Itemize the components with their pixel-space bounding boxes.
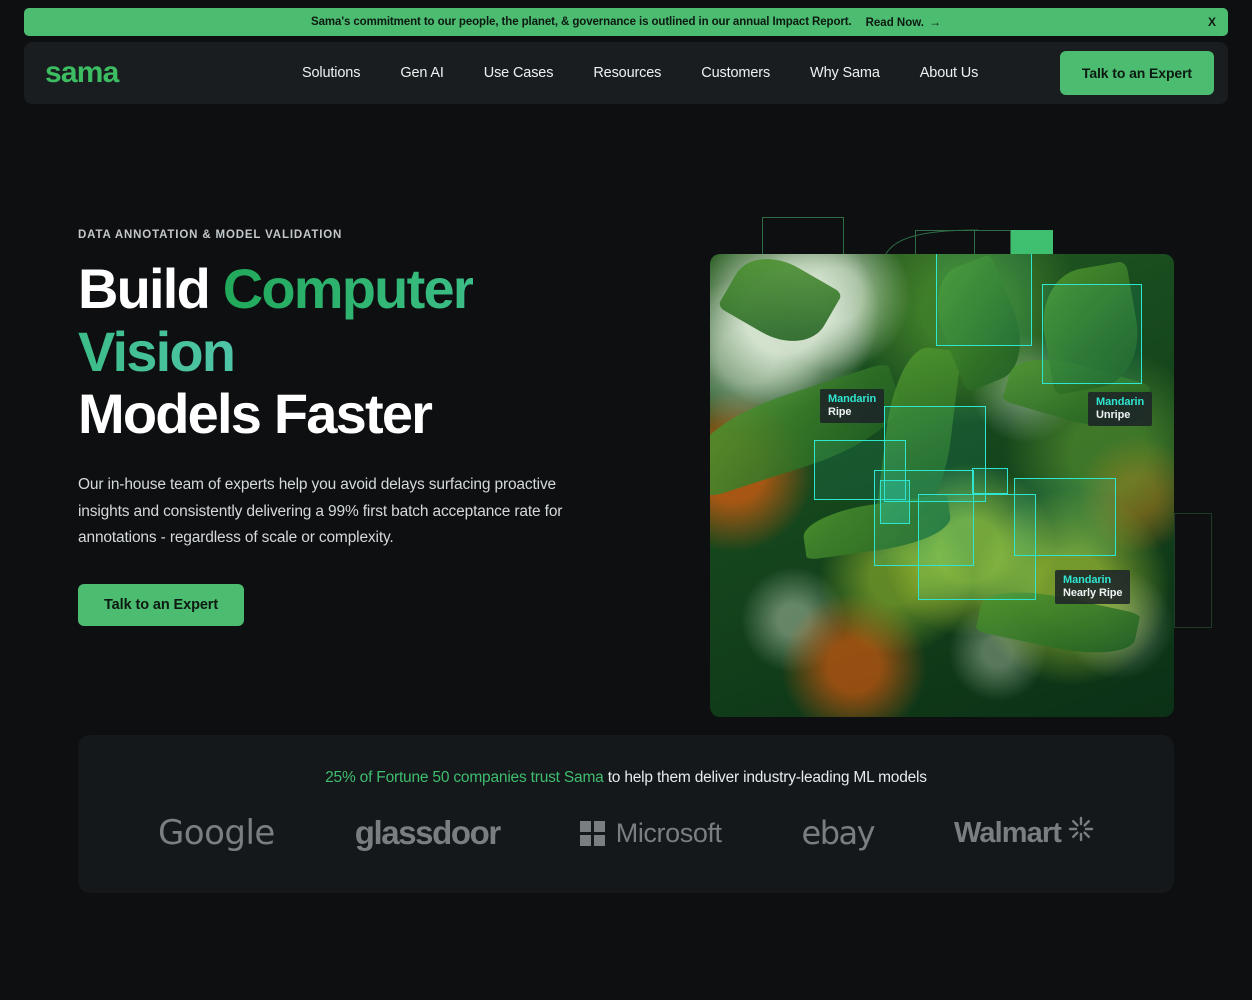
trust-highlight: 25% of Fortune 50 companies trust Sama [325, 769, 604, 786]
announcement-read-now-label: Read Now. [865, 16, 924, 29]
trust-rest: to help them deliver industry-leading ML… [603, 769, 927, 786]
main-navigation: sama Solutions Gen AI Use Cases Resource… [24, 42, 1228, 104]
customer-logos: Google glassdoor Microsoft ebay Walmart [78, 813, 1174, 853]
ebay-logo: ebay [801, 814, 876, 852]
walmart-spark-icon [1068, 816, 1094, 850]
microsoft-logo: Microsoft [579, 817, 722, 849]
page-title: Build Computer Vision Models Faster [78, 257, 638, 446]
annotation-label-ripe: Mandarin Ripe [820, 389, 885, 424]
headline-part-2: Models Faster [78, 382, 433, 446]
annotation-class: Mandarin [1063, 574, 1112, 586]
close-icon[interactable]: X [1208, 15, 1216, 29]
annotation-label-unripe: Mandarin Unripe [1088, 392, 1153, 427]
annotation-class: Mandarin [828, 393, 877, 405]
nav-item-gen-ai[interactable]: Gen AI [380, 57, 463, 89]
hero-eyebrow: DATA ANNOTATION & MODEL VALIDATION [78, 229, 343, 241]
annotation-state: Nearly Ripe [1063, 586, 1123, 599]
nav-item-why-sama[interactable]: Why Sama [790, 57, 900, 89]
sama-logo[interactable]: sama [45, 58, 119, 88]
page-root: Sama's commitment to our people, the pla… [0, 0, 1252, 1000]
microsoft-logo-label: Microsoft [615, 817, 722, 848]
nav-item-solutions[interactable]: Solutions [282, 57, 380, 89]
hero-talk-to-expert-button[interactable]: Talk to an Expert [78, 584, 245, 627]
arrow-right-icon: → [928, 14, 941, 29]
bounding-box-top-right [1042, 284, 1142, 384]
decorative-frame-4 [1174, 513, 1212, 628]
announcement-text: Sama's commitment to our people, the pla… [311, 16, 852, 28]
nav-talk-to-expert-button[interactable]: Talk to an Expert [1059, 51, 1214, 95]
annotation-label-nearly-ripe: Mandarin Nearly Ripe [1055, 570, 1131, 605]
google-logo: Google [157, 813, 275, 853]
walmart-logo: Walmart [954, 816, 1094, 850]
nav-item-about-us[interactable]: About Us [900, 57, 998, 89]
glassdoor-logo: glassdoor [354, 814, 502, 851]
bounding-box-right-lower [1014, 478, 1116, 556]
headline-part-1: Build [78, 257, 223, 320]
bounding-box-top-center [936, 254, 1032, 346]
hero-copy: DATA ANNOTATION & MODEL VALIDATION Build… [78, 229, 638, 627]
announcement-read-now-link[interactable]: Read Now. → [866, 16, 941, 29]
hero-image: Mandarin Ripe Mandarin Unripe Mandarin N… [710, 254, 1174, 717]
hero-section: DATA ANNOTATION & MODEL VALIDATION Build… [0, 104, 1252, 724]
trust-card: 25% of Fortune 50 companies trust Sama t… [78, 735, 1174, 893]
annotation-class: Mandarin [1096, 396, 1145, 408]
microsoft-squares-icon [579, 820, 605, 846]
walmart-logo-label: Walmart [953, 816, 1062, 849]
bounding-box-right-edge [972, 468, 1008, 494]
nav-item-resources[interactable]: Resources [573, 57, 681, 89]
trust-headline: 25% of Fortune 50 companies trust Sama t… [325, 769, 927, 787]
annotation-state: Unripe [1096, 408, 1131, 421]
announcement-banner: Sama's commitment to our people, the pla… [24, 8, 1228, 36]
nav-item-customers[interactable]: Customers [681, 57, 790, 89]
nav-links: Solutions Gen AI Use Cases Resources Cus… [282, 57, 998, 89]
nav-item-use-cases[interactable]: Use Cases [464, 57, 574, 89]
hero-description: Our in-house team of experts help you av… [78, 476, 563, 547]
annotation-state: Ripe [828, 405, 852, 418]
